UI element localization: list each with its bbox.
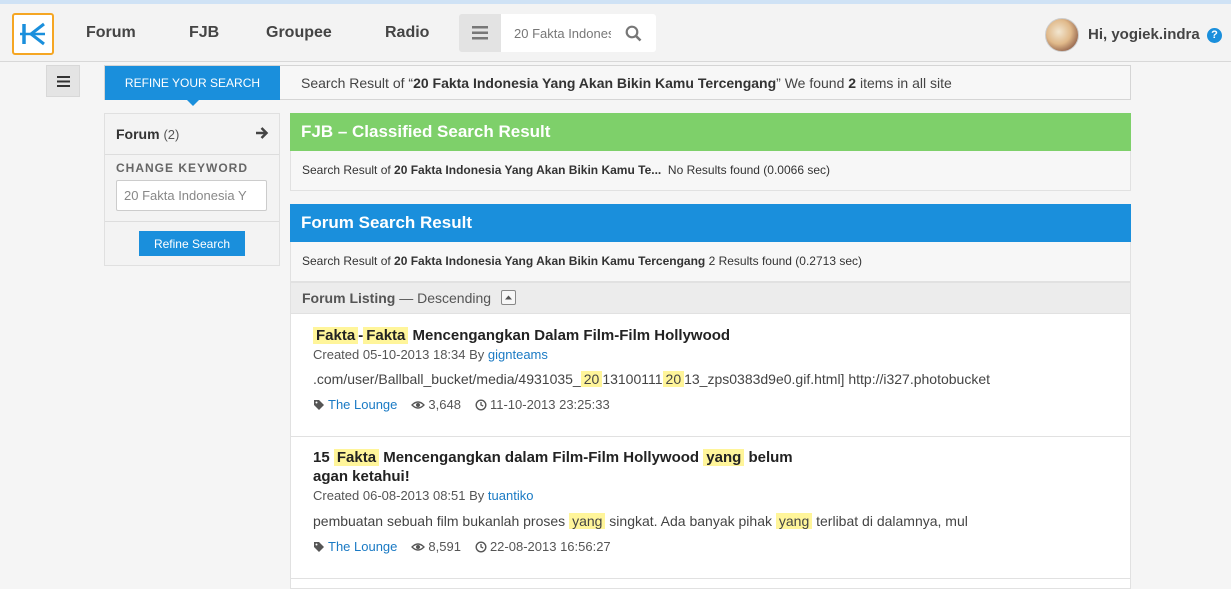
help-icon[interactable]: ?: [1207, 28, 1222, 43]
list-item: [290, 579, 1131, 589]
forum-result-summary: Search Result of 20 Fakta Indonesia Yang…: [290, 242, 1131, 282]
listing-order: — Descending: [395, 290, 492, 306]
thread-stats: The Lounge 3,648 11-10-2013 23:25:33: [313, 397, 610, 412]
thread-created-info: Created 05-10-2013 18:34 By gignteams: [313, 347, 548, 362]
kaskus-logo-icon[interactable]: [12, 13, 54, 55]
list-item: 15 Fakta Mencengangkan dalam Film-Film H…: [290, 437, 1131, 579]
author-link[interactable]: gignteams: [488, 347, 548, 362]
fjb-result-summary: Search Result of 20 Fakta Indonesia Yang…: [290, 151, 1131, 191]
top-navbar: Forum FJB Groupee Radio Hi, yogiek.indra…: [0, 0, 1231, 62]
view-count: 3,648: [428, 397, 461, 412]
tag-icon: [314, 541, 324, 552]
eye-icon: [411, 400, 426, 409]
last-post-date: 22-08-2013 16:56:27: [489, 539, 611, 554]
filter-forum[interactable]: Forum (2): [105, 114, 279, 155]
fjb-section-heading: FJB – Classified Search Result: [290, 113, 1131, 151]
category-link[interactable]: The Lounge: [328, 539, 397, 554]
thread-title-link[interactable]: Fakta - Fakta Mencengangkan Dalam Film-Fil…: [313, 326, 730, 345]
sidebar-toggle-button[interactable]: [46, 65, 80, 97]
keyword-input[interactable]: [116, 180, 267, 211]
divider: [105, 221, 279, 222]
thread-stats: The Lounge 8,591 22-08-2013 16:56:27: [313, 539, 611, 554]
nav-link-fjb[interactable]: FJB: [189, 24, 219, 42]
sort-up-icon[interactable]: [500, 289, 516, 305]
thread-title-link[interactable]: 15 Fakta Mencengangkan dalam Film-Film H…: [313, 448, 793, 486]
author-link[interactable]: tuantiko: [488, 488, 534, 503]
refine-panel: Forum (2) CHANGE KEYWORD Refine Search: [104, 113, 280, 266]
refine-search-button[interactable]: Refine Search: [139, 231, 245, 256]
eye-icon: [411, 542, 426, 551]
category-link[interactable]: The Lounge: [328, 397, 397, 412]
last-post-date: 11-10-2013 23:25:33: [489, 397, 610, 412]
forum-section-heading: Forum Search Result: [290, 204, 1131, 242]
filter-label: Forum (2): [116, 126, 180, 142]
user-avatar[interactable]: [1045, 18, 1079, 52]
user-greeting[interactable]: Hi, yogiek.indra: [1088, 26, 1200, 43]
search-summary-bar: REFINE YOUR SEARCH Search Result of “20 …: [104, 65, 1131, 106]
nav-link-radio[interactable]: Radio: [385, 24, 429, 42]
list-item: Fakta - Fakta Mencengangkan Dalam Film-Fil…: [290, 314, 1131, 437]
thread-created-info: Created 06-08-2013 08:51 By tuantiko: [313, 488, 534, 503]
search-menu-button[interactable]: [459, 14, 501, 52]
change-keyword-title: CHANGE KEYWORD: [116, 161, 249, 175]
clock-icon: [475, 540, 487, 553]
nav-link-forum[interactable]: Forum: [86, 24, 136, 42]
nav-link-groupee[interactable]: Groupee: [266, 24, 332, 42]
refine-your-search-tab[interactable]: REFINE YOUR SEARCH: [105, 66, 280, 106]
search-icon: [625, 25, 642, 41]
listing-label: Forum Listing: [302, 290, 396, 306]
view-count: 8,591: [428, 539, 461, 554]
thread-snippet: pembuatan sebuah film bukanlah proses ya…: [313, 513, 968, 529]
clock-icon: [475, 398, 487, 411]
arrow-right-icon: [256, 127, 269, 139]
forum-listing-bar: Forum Listing — Descending: [290, 282, 1131, 314]
search-button[interactable]: [611, 14, 656, 52]
thread-snippet: .com/user/Ballball_bucket/media/4931035_…: [313, 371, 990, 387]
hamburger-icon: [472, 26, 488, 40]
hamburger-icon: [56, 75, 70, 87]
tag-icon: [314, 399, 324, 410]
search-summary-text: Search Result of “20 Fakta Indonesia Yan…: [301, 75, 952, 91]
search-input[interactable]: [501, 14, 611, 52]
